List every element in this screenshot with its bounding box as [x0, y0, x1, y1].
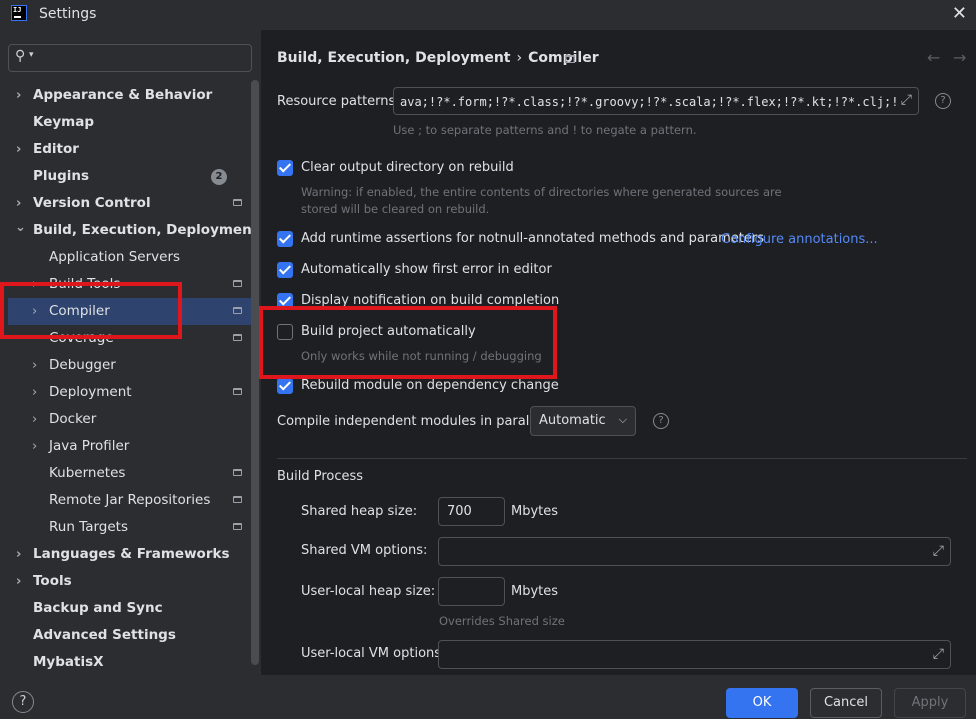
search-input[interactable]: ⚲ ▾	[8, 44, 252, 72]
sidebar-item-run-targets[interactable]: Run Targets	[0, 514, 251, 541]
window-title: Settings	[39, 6, 97, 22]
sidebar-item-editor[interactable]: › Editor	[0, 136, 251, 163]
project-level-icon	[233, 280, 242, 287]
expand-icon[interactable]: ⤢	[933, 646, 944, 662]
parallel-compile-select[interactable]: Automatic ⌵	[530, 406, 636, 436]
project-level-icon	[233, 469, 242, 476]
chevron-right-icon: ›	[16, 196, 22, 211]
sidebar-item-languages-frameworks[interactable]: › Languages & Frameworks	[0, 541, 251, 568]
sidebar-item-keymap[interactable]: Keymap	[0, 109, 251, 136]
shared-heap-unit: Mbytes	[511, 504, 559, 519]
rebuild-module-label[interactable]: Rebuild module on dependency change	[301, 378, 559, 393]
cancel-button[interactable]: Cancel	[810, 688, 882, 718]
sidebar-item-plugins[interactable]: Plugins 2	[0, 163, 251, 190]
breadcrumb-parent[interactable]: Build, Execution, Deployment	[277, 50, 511, 66]
configure-annotations-link[interactable]: Configure annotations...	[721, 232, 878, 247]
ok-button[interactable]: OK	[726, 688, 798, 718]
sidebar-item-build-execution-deployment[interactable]: ⌄ Build, Execution, Deployment	[0, 217, 258, 244]
user-vm-input[interactable]: ⤢	[438, 640, 951, 669]
sidebar-item-mybatisx[interactable]: MybatisX	[0, 649, 251, 676]
sidebar-item-application-servers[interactable]: Application Servers	[0, 244, 251, 271]
chevron-right-icon: ›	[16, 88, 22, 103]
dialog-footer: ? OK Cancel Apply	[0, 675, 976, 719]
chevron-right-icon: ›	[32, 385, 38, 400]
project-level-icon	[565, 55, 575, 63]
parallel-compile-label: Compile independent modules in parallel:	[277, 414, 549, 429]
shared-heap-label: Shared heap size:	[301, 504, 418, 519]
user-heap-unit: Mbytes	[511, 584, 559, 599]
chevron-down-icon: ⌄	[15, 220, 26, 235]
close-icon[interactable]: ✕	[952, 3, 967, 24]
runtime-assertions-label[interactable]: Add runtime assertions for notnull-annot…	[301, 231, 764, 246]
chevron-right-icon: ›	[32, 439, 38, 454]
search-options-caret-icon[interactable]: ▾	[29, 50, 34, 60]
shared-vm-label: Shared VM options:	[301, 543, 428, 558]
project-level-icon	[233, 199, 242, 206]
breadcrumb-current: Compiler	[528, 50, 599, 66]
user-heap-label: User-local heap size:	[301, 584, 436, 599]
show-first-error-checkbox[interactable]	[277, 262, 293, 278]
sidebar-item-backup-sync[interactable]: Backup and Sync	[0, 595, 251, 622]
plugins-update-badge: 2	[211, 169, 227, 185]
chevron-right-icon: ›	[16, 142, 22, 157]
sidebar-item-kubernetes[interactable]: Kubernetes	[0, 460, 251, 487]
clear-output-warning: Warning: if enabled, the entire contents…	[301, 185, 782, 199]
section-divider	[277, 458, 967, 459]
title-bar: IJ Settings ✕	[0, 0, 976, 30]
user-heap-input[interactable]	[438, 577, 505, 606]
highlight-box-build-automatically	[259, 306, 557, 379]
sidebar-item-appearance-behavior[interactable]: › Appearance & Behavior	[0, 82, 251, 109]
clear-output-warning-2: stored will be cleared on rebuild.	[301, 202, 490, 216]
help-icon[interactable]: ?	[653, 413, 669, 429]
show-first-error-label[interactable]: Automatically show first error in editor	[301, 262, 552, 277]
intellij-logo-icon: IJ	[11, 5, 27, 21]
chevron-right-icon: ›	[32, 412, 38, 427]
chevron-right-icon: ›	[16, 547, 22, 562]
project-level-icon	[233, 523, 242, 530]
sidebar-item-tools[interactable]: › Tools	[0, 568, 251, 595]
help-icon[interactable]: ?	[12, 691, 34, 713]
settings-sidebar: ⚲ ▾ › Appearance & Behavior Keymap › Edi…	[0, 30, 260, 675]
project-level-icon	[233, 334, 242, 341]
chevron-right-icon: ›	[32, 358, 38, 373]
chevron-down-icon: ⌵	[618, 413, 627, 426]
runtime-assertions-checkbox[interactable]	[277, 231, 293, 247]
resource-patterns-hint: Use ; to separate patterns and ! to nega…	[393, 123, 697, 137]
sidebar-item-version-control[interactable]: › Version Control	[0, 190, 251, 217]
user-vm-label: User-local VM options:	[301, 646, 446, 661]
highlight-box-compiler	[0, 282, 182, 339]
breadcrumb: Build, Execution, Deployment › Compiler	[277, 50, 599, 66]
clear-output-checkbox[interactable]	[277, 160, 293, 176]
help-icon[interactable]: ?	[935, 93, 951, 109]
apply-button[interactable]: Apply	[894, 688, 966, 718]
chevron-right-icon: ›	[16, 574, 22, 589]
clear-output-label[interactable]: Clear output directory on rebuild	[301, 160, 514, 175]
back-arrow-icon[interactable]: ←	[927, 48, 940, 67]
sidebar-item-docker[interactable]: › Docker	[0, 406, 251, 433]
rebuild-module-checkbox[interactable]	[277, 378, 293, 394]
forward-arrow-icon[interactable]: →	[953, 48, 966, 67]
sidebar-item-java-profiler[interactable]: › Java Profiler	[0, 433, 251, 460]
search-icon: ⚲	[15, 48, 26, 64]
sidebar-item-advanced-settings[interactable]: Advanced Settings	[0, 622, 251, 649]
sidebar-item-debugger[interactable]: › Debugger	[0, 352, 251, 379]
resource-patterns-label: Resource patterns:	[277, 94, 400, 109]
sidebar-scrollbar[interactable]	[251, 80, 259, 665]
expand-icon[interactable]: ⤢	[897, 92, 912, 108]
project-level-icon	[233, 496, 242, 503]
user-heap-hint: Overrides Shared size	[439, 614, 565, 628]
shared-vm-input[interactable]: ⤢	[438, 537, 951, 566]
build-process-title: Build Process	[277, 469, 364, 484]
expand-icon[interactable]: ⤢	[933, 543, 944, 559]
project-level-icon	[233, 388, 242, 395]
shared-heap-input[interactable]: 700	[438, 497, 505, 526]
sidebar-item-deployment[interactable]: › Deployment	[0, 379, 251, 406]
resource-patterns-input[interactable]: ava;!?*.form;!?*.class;!?*.groovy;!?*.sc…	[393, 87, 919, 115]
project-level-icon	[233, 307, 242, 314]
sidebar-item-remote-jar-repositories[interactable]: Remote Jar Repositories	[0, 487, 251, 514]
